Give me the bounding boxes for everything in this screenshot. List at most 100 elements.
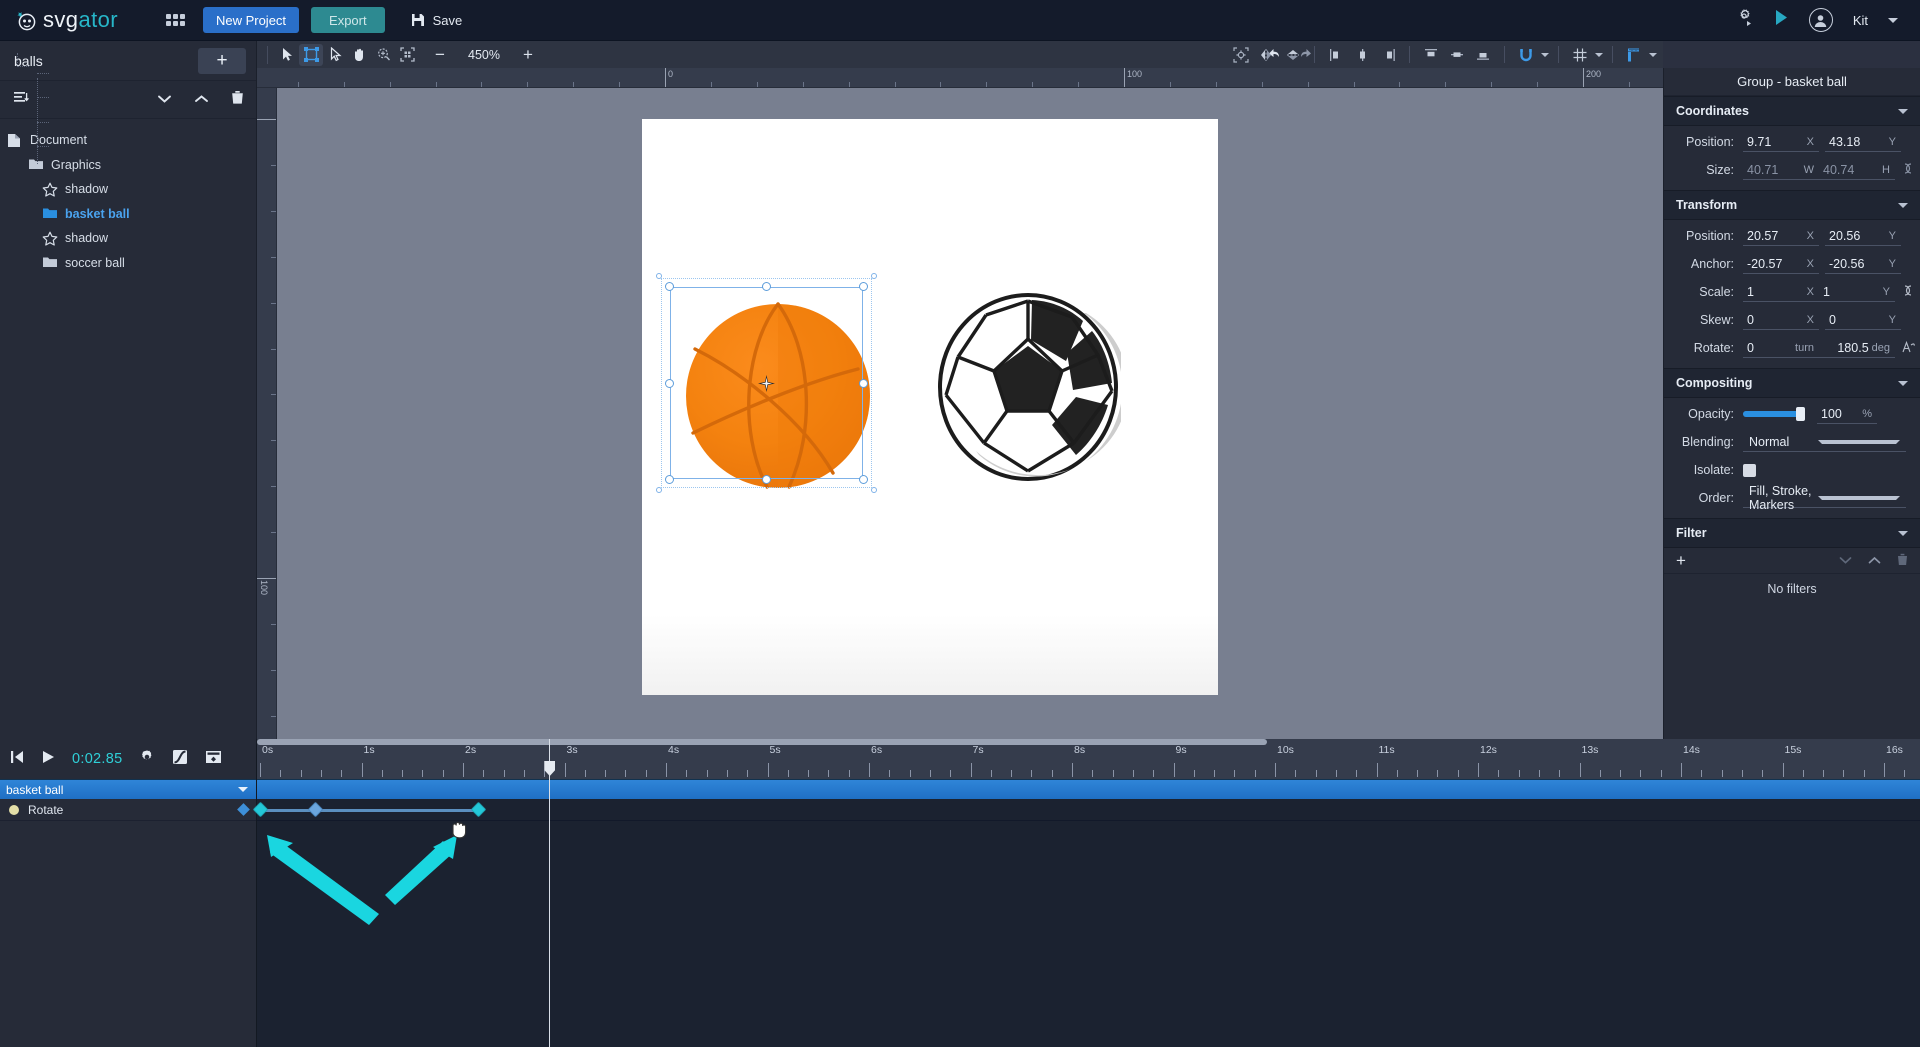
resize-handle-bottom-right[interactable] xyxy=(859,475,868,484)
zoom-tool[interactable] xyxy=(371,44,395,66)
opacity-value-field[interactable]: 100 % xyxy=(1817,405,1877,424)
coordinates-position-y-field[interactable]: 43.18 Y xyxy=(1825,133,1901,152)
resize-handle-middle-left[interactable] xyxy=(665,379,674,388)
layer-item-Document[interactable]: Document xyxy=(0,128,256,153)
compositing-section-header[interactable]: Compositing xyxy=(1664,368,1920,398)
add-filter-button[interactable]: + xyxy=(1676,552,1686,569)
rotate-handle-top-left[interactable] xyxy=(656,273,662,279)
align-bottom-icon[interactable] xyxy=(1471,44,1495,66)
chevron-down-icon[interactable] xyxy=(1898,108,1908,114)
transform-anchor-y-field[interactable]: -20.56 Y xyxy=(1825,255,1901,274)
fit-frame-tool[interactable] xyxy=(395,44,419,66)
artboard[interactable] xyxy=(642,119,1218,695)
coordinates-size-w-field[interactable]: 40.71 W xyxy=(1743,161,1819,180)
snap-options-chevron-down-icon[interactable] xyxy=(1541,52,1549,57)
add-keyframe-icon[interactable] xyxy=(237,803,250,816)
app-logo[interactable]: svgator xyxy=(14,7,118,33)
transform-scale-y-field[interactable]: 1 Y xyxy=(1819,283,1895,302)
resize-handle-middle-right[interactable] xyxy=(859,379,868,388)
chevron-down-icon[interactable] xyxy=(1818,439,1900,444)
gear-icon[interactable] xyxy=(139,749,155,770)
rulers-icon[interactable] xyxy=(1622,44,1646,66)
filter-section-header[interactable]: Filter xyxy=(1664,518,1920,548)
node-tool[interactable] xyxy=(323,44,347,66)
resize-handle-bottom-center[interactable] xyxy=(762,475,771,484)
canvas-viewport[interactable] xyxy=(277,88,1663,739)
layer-item-soccer-ball[interactable]: soccer ball xyxy=(0,251,256,276)
rotate-direction-icon[interactable] xyxy=(1902,340,1915,356)
blending-select[interactable]: Normal xyxy=(1743,433,1906,452)
order-select[interactable]: Fill, Stroke, Markers xyxy=(1743,484,1906,512)
transform-anchor-x-field[interactable]: -20.57 X xyxy=(1743,255,1819,274)
avatar[interactable] xyxy=(1808,8,1833,32)
chevron-down-icon[interactable] xyxy=(1898,202,1908,208)
timeline-scrollbar[interactable] xyxy=(257,739,1267,745)
play-icon[interactable] xyxy=(1774,9,1789,31)
resize-handle-top-center[interactable] xyxy=(762,282,771,291)
move-layer-down-icon[interactable] xyxy=(157,91,172,109)
timeline-ruler[interactable]: 0s 1s 2s 3s 4s 5s 6s 7s 8s 9s 10s 11s 12s 13s 14s 15s 16… xyxy=(257,739,1920,779)
easing-curve-icon[interactable] xyxy=(172,749,188,770)
timeline-rotate-track[interactable] xyxy=(252,799,1920,821)
chevron-down-icon[interactable] xyxy=(1898,380,1908,386)
anchor-point-icon[interactable] xyxy=(758,375,775,397)
trash-icon[interactable] xyxy=(231,90,244,110)
timeline-property-rotate[interactable]: Rotate xyxy=(0,799,256,821)
transform-section-header[interactable]: Transform xyxy=(1664,190,1920,220)
timeline-layer-track[interactable] xyxy=(257,779,1920,799)
resize-handle-top-right[interactable] xyxy=(859,282,868,291)
coordinates-size-h-field[interactable]: 40.74 H xyxy=(1819,161,1895,180)
apps-grid-icon[interactable] xyxy=(165,14,185,26)
transform-tool[interactable] xyxy=(299,43,323,66)
select-tool[interactable] xyxy=(275,44,299,66)
opacity-slider[interactable] xyxy=(1743,407,1805,421)
export-button[interactable]: Export xyxy=(311,7,385,33)
visibility-dot-icon[interactable] xyxy=(9,804,19,815)
snap-magnet-icon[interactable] xyxy=(1514,44,1538,66)
align-right-icon[interactable] xyxy=(1376,44,1400,66)
pan-tool[interactable] xyxy=(347,44,371,66)
chevron-down-icon[interactable] xyxy=(1818,495,1900,500)
keyframe-marker[interactable] xyxy=(470,801,486,817)
align-center-horizontal-icon[interactable] xyxy=(1350,44,1374,66)
flip-horizontal-icon[interactable] xyxy=(1255,44,1279,66)
skip-to-start-icon[interactable] xyxy=(10,749,24,770)
filter-move-up-icon[interactable] xyxy=(1868,554,1881,568)
zoom-level-value[interactable]: 450% xyxy=(451,48,517,62)
playhead[interactable] xyxy=(544,739,556,1047)
zoom-in-button[interactable]: + xyxy=(517,46,539,63)
filter-move-down-icon[interactable] xyxy=(1839,554,1852,568)
layer-item-Graphics[interactable]: Graphics xyxy=(0,153,256,178)
transform-rotate-turn-field[interactable]: 0 turn xyxy=(1743,339,1819,358)
transform-position-x-field[interactable]: 20.57 X xyxy=(1743,227,1819,246)
coordinates-section-header[interactable]: Coordinates xyxy=(1664,96,1920,126)
sort-list-icon[interactable] xyxy=(14,91,29,109)
new-project-button[interactable]: New Project xyxy=(202,7,300,33)
transform-position-y-field[interactable]: 20.56 Y xyxy=(1825,227,1901,246)
chevron-down-icon[interactable] xyxy=(238,787,248,792)
transform-skew-x-field[interactable]: 0 X xyxy=(1743,311,1819,330)
rotate-handle-bottom-right[interactable] xyxy=(871,487,877,493)
current-time[interactable]: 0:02.85 xyxy=(72,751,122,767)
chevron-down-icon[interactable] xyxy=(1888,17,1898,23)
rulers-options-chevron-down-icon[interactable] xyxy=(1649,52,1657,57)
move-layer-up-icon[interactable] xyxy=(194,91,209,109)
layer-item-shadow[interactable]: shadow xyxy=(0,177,256,202)
resize-handle-top-left[interactable] xyxy=(665,282,674,291)
align-middle-vertical-icon[interactable] xyxy=(1445,44,1469,66)
align-top-icon[interactable] xyxy=(1419,44,1443,66)
anchor-center-icon[interactable] xyxy=(1229,44,1253,66)
link-ratio-icon[interactable] xyxy=(1902,162,1914,178)
rotate-handle-bottom-left[interactable] xyxy=(656,487,662,493)
play-icon[interactable] xyxy=(41,749,55,770)
transform-skew-y-field[interactable]: 0 Y xyxy=(1825,311,1901,330)
keyframe-panel-icon[interactable] xyxy=(205,749,222,770)
timeline-layer-basket-ball[interactable]: basket ball xyxy=(0,779,256,799)
zoom-out-button[interactable]: − xyxy=(429,46,451,63)
isolate-checkbox[interactable] xyxy=(1743,463,1756,477)
add-layer-button[interactable]: + xyxy=(198,47,246,74)
coordinates-position-x-field[interactable]: 9.71 X xyxy=(1743,133,1819,152)
canvas-area[interactable]: 0 100 200 100 xyxy=(257,68,1663,739)
transform-rotate-deg-field[interactable]: 180.5 deg xyxy=(1819,339,1895,358)
resize-handle-bottom-left[interactable] xyxy=(665,475,674,484)
